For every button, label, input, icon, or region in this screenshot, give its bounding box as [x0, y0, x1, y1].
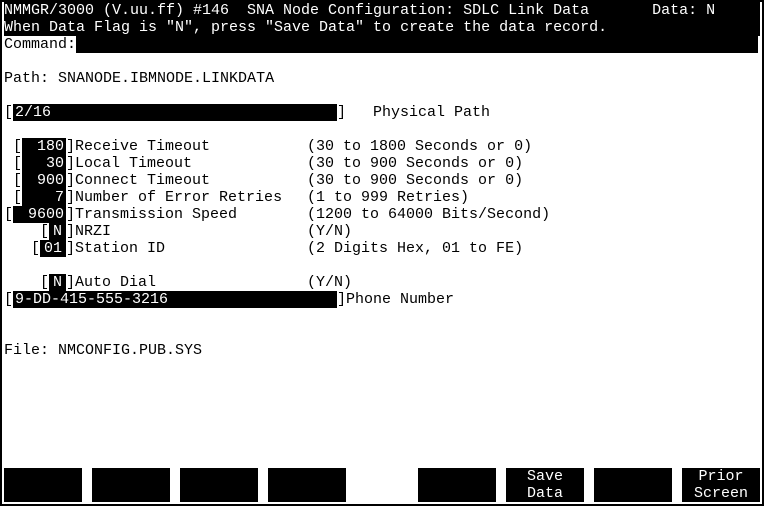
error-retries-input[interactable]: 7 — [22, 189, 66, 206]
physical-path-row: [2/16 ] Physical Path — [4, 104, 760, 121]
file-line: File: NMCONFIG.PUB.SYS — [4, 342, 760, 359]
command-label: Command: — [4, 36, 76, 53]
receive-timeout-input[interactable]: 180 — [22, 138, 66, 155]
fkey-2[interactable] — [92, 468, 170, 502]
transmission-row: [ 9600] Transmission Speed(1200 to 64000… — [4, 206, 760, 223]
nrzi-row: [N] NRZI(Y/N) — [4, 223, 760, 240]
station-id-row: [01] Station ID(2 Digits Hex, 01 to FE) — [4, 240, 760, 257]
fkey-3[interactable] — [180, 468, 258, 502]
local-timeout-hint: (30 to 900 Seconds or 0) — [307, 155, 523, 172]
command-input[interactable] — [76, 36, 758, 53]
command-line[interactable]: Command: — [4, 36, 760, 53]
nrzi-hint: (Y/N) — [307, 223, 352, 240]
local-timeout-label: Local Timeout — [75, 155, 307, 172]
phone-number-label: Phone Number — [346, 291, 454, 308]
auto-dial-label: Auto Dial — [75, 274, 307, 291]
error-retries-hint: (1 to 999 Retries) — [307, 189, 469, 206]
fkey-1[interactable] — [4, 468, 82, 502]
fkey-5[interactable] — [418, 468, 496, 502]
transmission-label: Transmission Speed — [75, 206, 307, 223]
receive-timeout-label: Receive Timeout — [75, 138, 307, 155]
fkey-save-data[interactable]: SaveData — [506, 468, 584, 502]
nrzi-input[interactable]: N — [49, 223, 66, 240]
bracket-open: [ — [4, 104, 13, 121]
transmission-hint: (1200 to 64000 Bits/Second) — [307, 206, 550, 223]
physical-path-input[interactable]: 2/16 — [13, 104, 337, 121]
auto-dial-row: [N] Auto Dial(Y/N) — [4, 274, 760, 291]
transmission-input[interactable]: 9600 — [13, 206, 66, 223]
local-timeout-row: [ 30] Local Timeout(30 to 900 Seconds or… — [4, 155, 760, 172]
header-title: NMMGR/3000 (V.uu.ff) #146 SNA Node Confi… — [4, 2, 760, 19]
auto-dial-input[interactable]: N — [49, 274, 66, 291]
station-id-label: Station ID — [75, 240, 307, 257]
connect-timeout-label: Connect Timeout — [75, 172, 307, 189]
connect-timeout-hint: (30 to 900 Seconds or 0) — [307, 172, 523, 189]
function-keys: SaveData PriorScreen — [4, 468, 760, 502]
error-retries-row: [ 7] Number of Error Retries(1 to 999 Re… — [4, 189, 760, 206]
station-id-hint: (2 Digits Hex, 01 to FE) — [307, 240, 523, 257]
error-retries-label: Number of Error Retries — [75, 189, 307, 206]
phone-number-row: [9-DD-415-555-3216 ] Phone Number — [4, 291, 760, 308]
receive-timeout-hint: (30 to 1800 Seconds or 0) — [307, 138, 532, 155]
fkey-prior-screen[interactable]: PriorScreen — [682, 468, 760, 502]
receive-timeout-row: [ 180] Receive Timeout(30 to 1800 Second… — [4, 138, 760, 155]
physical-path-label: Physical Path — [373, 104, 490, 121]
connect-timeout-input[interactable]: 900 — [22, 172, 66, 189]
header-hint: When Data Flag is "N", press "Save Data"… — [4, 19, 760, 36]
path-label: Path: — [4, 70, 49, 87]
fkey-4[interactable] — [268, 468, 346, 502]
fkey-7[interactable] — [594, 468, 672, 502]
local-timeout-input[interactable]: 30 — [22, 155, 66, 172]
nrzi-label: NRZI — [75, 223, 307, 240]
file-label: File: — [4, 342, 49, 359]
path-value: SNANODE.IBMNODE.LINKDATA — [58, 70, 274, 87]
path-line: Path: SNANODE.IBMNODE.LINKDATA — [4, 70, 760, 87]
phone-number-input[interactable]: 9-DD-415-555-3216 — [13, 291, 337, 308]
terminal-screen: NMMGR/3000 (V.uu.ff) #146 SNA Node Confi… — [0, 0, 764, 506]
file-value: NMCONFIG.PUB.SYS — [58, 342, 202, 359]
station-id-input[interactable]: 01 — [40, 240, 66, 257]
bracket-close: ] — [337, 104, 373, 121]
connect-timeout-row: [ 900] Connect Timeout(30 to 900 Seconds… — [4, 172, 760, 189]
auto-dial-hint: (Y/N) — [307, 274, 352, 291]
